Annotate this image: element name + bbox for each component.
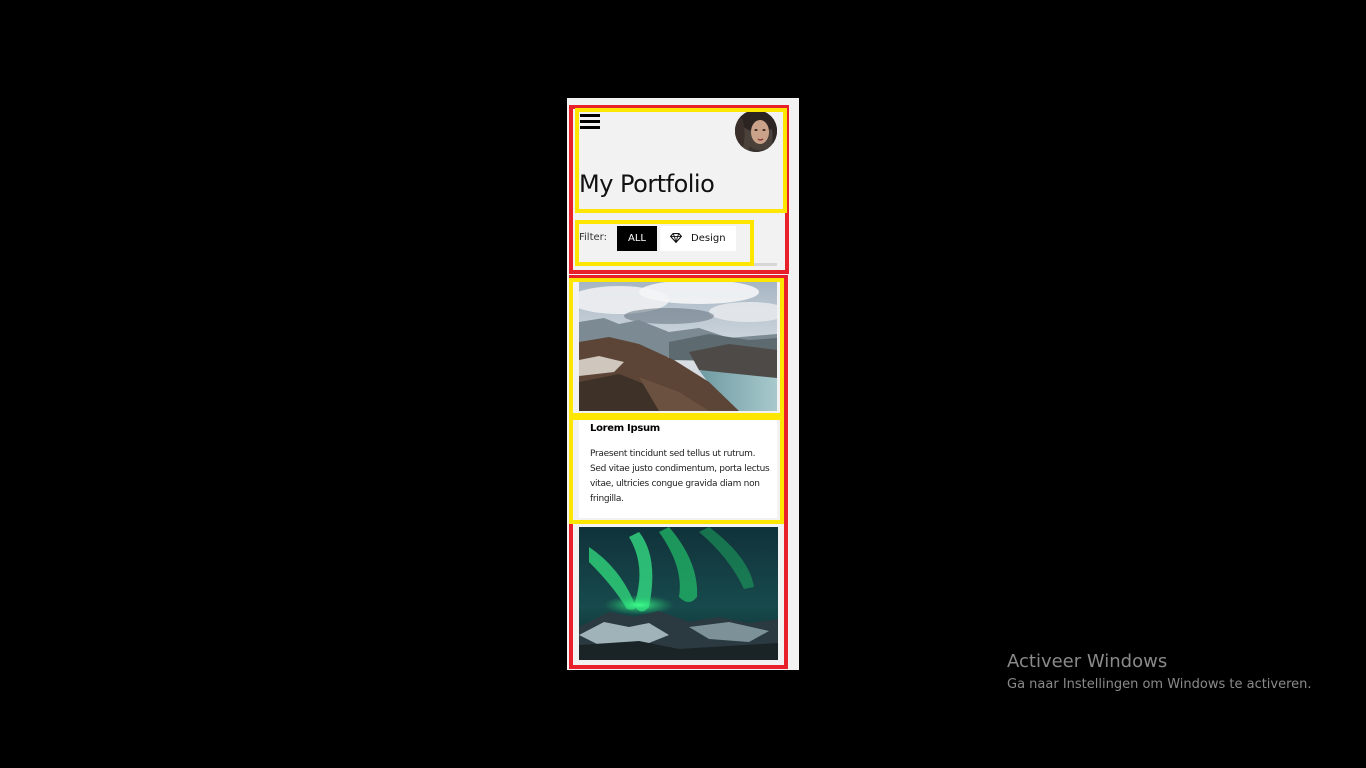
filter-design-button[interactable]: Design — [660, 226, 736, 251]
windows-activation-subtitle: Ga naar Instellingen om Windows te activ… — [1007, 677, 1312, 692]
avatar-portrait-icon — [735, 110, 777, 152]
profile-avatar[interactable] — [735, 110, 777, 152]
hamburger-menu-icon[interactable] — [580, 114, 600, 130]
filter-all-button[interactable]: ALL — [617, 226, 657, 251]
page-title: My Portfolio — [579, 170, 715, 198]
portfolio-app-preview: My Portfolio Filter: ALL Design Lorem Ip… — [567, 98, 799, 670]
northern-lights-photo[interactable] — [579, 527, 778, 660]
mountain-lake-photo[interactable] — [579, 282, 777, 411]
filter-label: Filter: — [579, 232, 607, 243]
filter-scrollbar[interactable] — [727, 263, 777, 266]
filter-design-label: Design — [691, 233, 726, 244]
card-title: Lorem Ipsum — [590, 423, 660, 434]
mountain-lake-image — [579, 282, 777, 411]
card-description: Praesent tincidunt sed tellus ut rutrum.… — [590, 449, 770, 504]
gem-icon — [670, 233, 682, 243]
windows-activation-title: Activeer Windows — [1007, 651, 1168, 672]
northern-lights-image — [579, 527, 778, 660]
card-body: Lorem Ipsum Praesent tincidunt sed tellu… — [579, 418, 777, 518]
